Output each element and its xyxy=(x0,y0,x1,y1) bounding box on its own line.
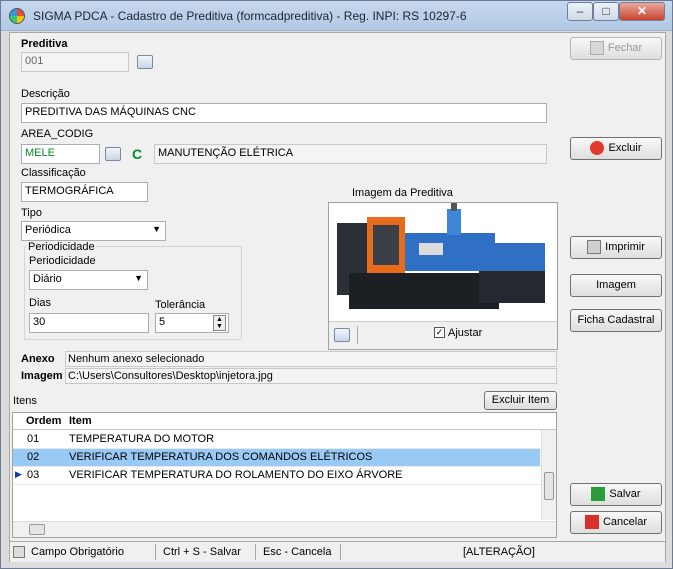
area-lookup-icon[interactable] xyxy=(105,147,121,161)
search-lookup-icon[interactable] xyxy=(137,55,153,69)
printer-icon xyxy=(587,240,602,255)
classificacao-field[interactable]: TERMOGRÁFICA xyxy=(21,182,148,202)
area-code-field[interactable]: MELE xyxy=(21,144,100,164)
status-divider xyxy=(255,544,256,560)
ajustar-checkbox[interactable]: ✓ xyxy=(434,327,445,338)
area-label: AREA_CODIG xyxy=(21,128,94,140)
preditiva-label: Preditiva xyxy=(21,38,68,50)
horizontal-scrollbar[interactable] xyxy=(13,521,556,537)
tipo-value: Periódica xyxy=(25,224,71,236)
row-item: VERIFICAR TEMPERATURA DO ROLAMENTO DO EI… xyxy=(69,469,403,481)
table-row[interactable]: 01 TEMPERATURA DO MOTOR xyxy=(13,431,540,449)
window-title: SIGMA PDCA - Cadastro de Preditiva (form… xyxy=(33,9,467,23)
save-check-icon xyxy=(591,487,606,502)
descricao-label: Descrição xyxy=(21,88,70,100)
status-modo: [ALTERAÇÃO] xyxy=(463,546,535,558)
fechar-button[interactable]: Fechar xyxy=(570,37,662,60)
tipo-select[interactable]: Periódica ▼ xyxy=(21,221,166,241)
door-icon xyxy=(589,41,604,56)
table-row[interactable]: ▶ 03 VERIFICAR TEMPERATURA DO ROLAMENTO … xyxy=(13,467,540,485)
minimize-button[interactable]: – xyxy=(567,2,593,21)
classificacao-label: Classificação xyxy=(21,167,86,179)
tolerancia-label: Tolerância xyxy=(155,299,206,311)
tolerancia-value: 5 xyxy=(159,316,166,328)
image-toolbar: ✓ Ajustar xyxy=(329,321,557,349)
vertical-scrollbar[interactable] xyxy=(541,430,556,520)
app-logo-icon xyxy=(9,8,25,24)
col-item-header[interactable]: Item xyxy=(69,415,92,427)
delete-icon xyxy=(590,141,605,156)
chevron-down-icon: ▼ xyxy=(134,273,143,283)
excluir-label: Excluir xyxy=(608,142,642,154)
ficha-cadastral-button[interactable]: Ficha Cadastral xyxy=(570,309,662,332)
imagem-title: Imagem da Preditiva xyxy=(352,187,453,199)
imprimir-label: Imprimir xyxy=(605,241,645,253)
status-cancela: Esc - Cancela xyxy=(263,546,332,558)
row-ordem: 01 xyxy=(27,433,40,445)
imagem-label: Imagem xyxy=(21,370,63,382)
status-divider xyxy=(155,544,156,560)
periodicidade-select[interactable]: Diário ▼ xyxy=(29,270,148,290)
row-item: TEMPERATURA DO MOTOR xyxy=(69,433,215,445)
row-item: VERIFICAR TEMPERATURA DOS COMANDOS ELÉTR… xyxy=(69,451,373,463)
spinner-arrows-icon[interactable]: ▲ ▼ xyxy=(213,315,226,331)
anexo-field: Nenhum anexo selecionado xyxy=(65,351,557,367)
imagem-button[interactable]: Imagem xyxy=(570,274,662,297)
periodicidade-label: Periodicidade xyxy=(29,255,96,267)
chevron-down-icon: ▼ xyxy=(152,224,161,234)
row-ordem: 03 xyxy=(27,469,40,481)
row-ordem: 02 xyxy=(27,451,40,463)
injection-machine-image xyxy=(329,203,557,321)
descricao-field[interactable]: PREDITIVA DAS MÁQUINAS CNC xyxy=(21,103,547,123)
scrollbar-thumb[interactable] xyxy=(544,472,554,500)
cancelar-label: Cancelar xyxy=(602,516,648,528)
dias-field[interactable]: 30 xyxy=(29,313,149,333)
excluir-button[interactable]: Excluir xyxy=(570,137,662,160)
anexo-label: Anexo xyxy=(21,353,55,365)
required-field-swatch xyxy=(13,546,25,558)
cancelar-button[interactable]: Cancelar xyxy=(570,511,662,534)
imprimir-button[interactable]: Imprimir xyxy=(570,236,662,259)
status-salvar: Ctrl + S - Salvar xyxy=(163,546,241,558)
preditiva-field[interactable]: 001 xyxy=(21,52,129,72)
periodicidade-value: Diário xyxy=(33,273,62,285)
salvar-label: Salvar xyxy=(609,488,641,500)
dias-label: Dias xyxy=(29,297,52,309)
status-campo: Campo Obrigatório xyxy=(31,546,124,558)
area-name-field: MANUTENÇÃO ELÉTRICA xyxy=(154,144,547,164)
close-button[interactable]: ✕ xyxy=(619,2,665,21)
table-row-selected[interactable]: 02 VERIFICAR TEMPERATURA DOS COMANDOS EL… xyxy=(13,449,540,467)
status-divider xyxy=(340,544,341,560)
salvar-button[interactable]: Salvar xyxy=(570,483,662,506)
ajustar-label: Ajustar xyxy=(448,327,483,339)
itens-grid: Ordem Item 01 TEMPERATURA DO MOTOR 02 VE… xyxy=(12,412,557,538)
toolbar-divider xyxy=(357,326,358,344)
hscrollbar-thumb[interactable] xyxy=(29,524,45,535)
imagem-path-field: C:\Users\Consultores\Desktop\injetora.jp… xyxy=(65,368,557,384)
row-pointer-icon: ▶ xyxy=(15,469,22,479)
load-image-icon[interactable] xyxy=(334,328,350,342)
col-ordem-header[interactable]: Ordem xyxy=(26,415,61,427)
area-c-indicator[interactable]: C xyxy=(132,146,142,162)
status-bar: Campo Obrigatório Ctrl + S - Salvar Esc … xyxy=(10,541,665,562)
cancel-x-icon xyxy=(584,515,599,530)
grid-header: Ordem Item xyxy=(13,413,556,430)
title-bar: SIGMA PDCA - Cadastro de Preditiva (form… xyxy=(1,1,672,31)
itens-label: Itens xyxy=(13,395,37,407)
preditiva-image-frame: ✓ Ajustar xyxy=(328,202,558,350)
tolerancia-field[interactable]: 5 ▲ ▼ xyxy=(155,313,229,333)
excluir-item-button[interactable]: Excluir Item xyxy=(484,391,557,410)
fechar-label: Fechar xyxy=(607,42,643,54)
periodicidade-group-label: Periodicidade xyxy=(27,241,96,253)
maximize-button[interactable]: □ xyxy=(593,2,619,21)
tipo-label: Tipo xyxy=(21,207,42,219)
main-window: SIGMA PDCA - Cadastro de Preditiva (form… xyxy=(0,0,673,569)
form-body: Preditiva 001 Descrição PREDITIVA DAS MÁ… xyxy=(9,32,666,562)
